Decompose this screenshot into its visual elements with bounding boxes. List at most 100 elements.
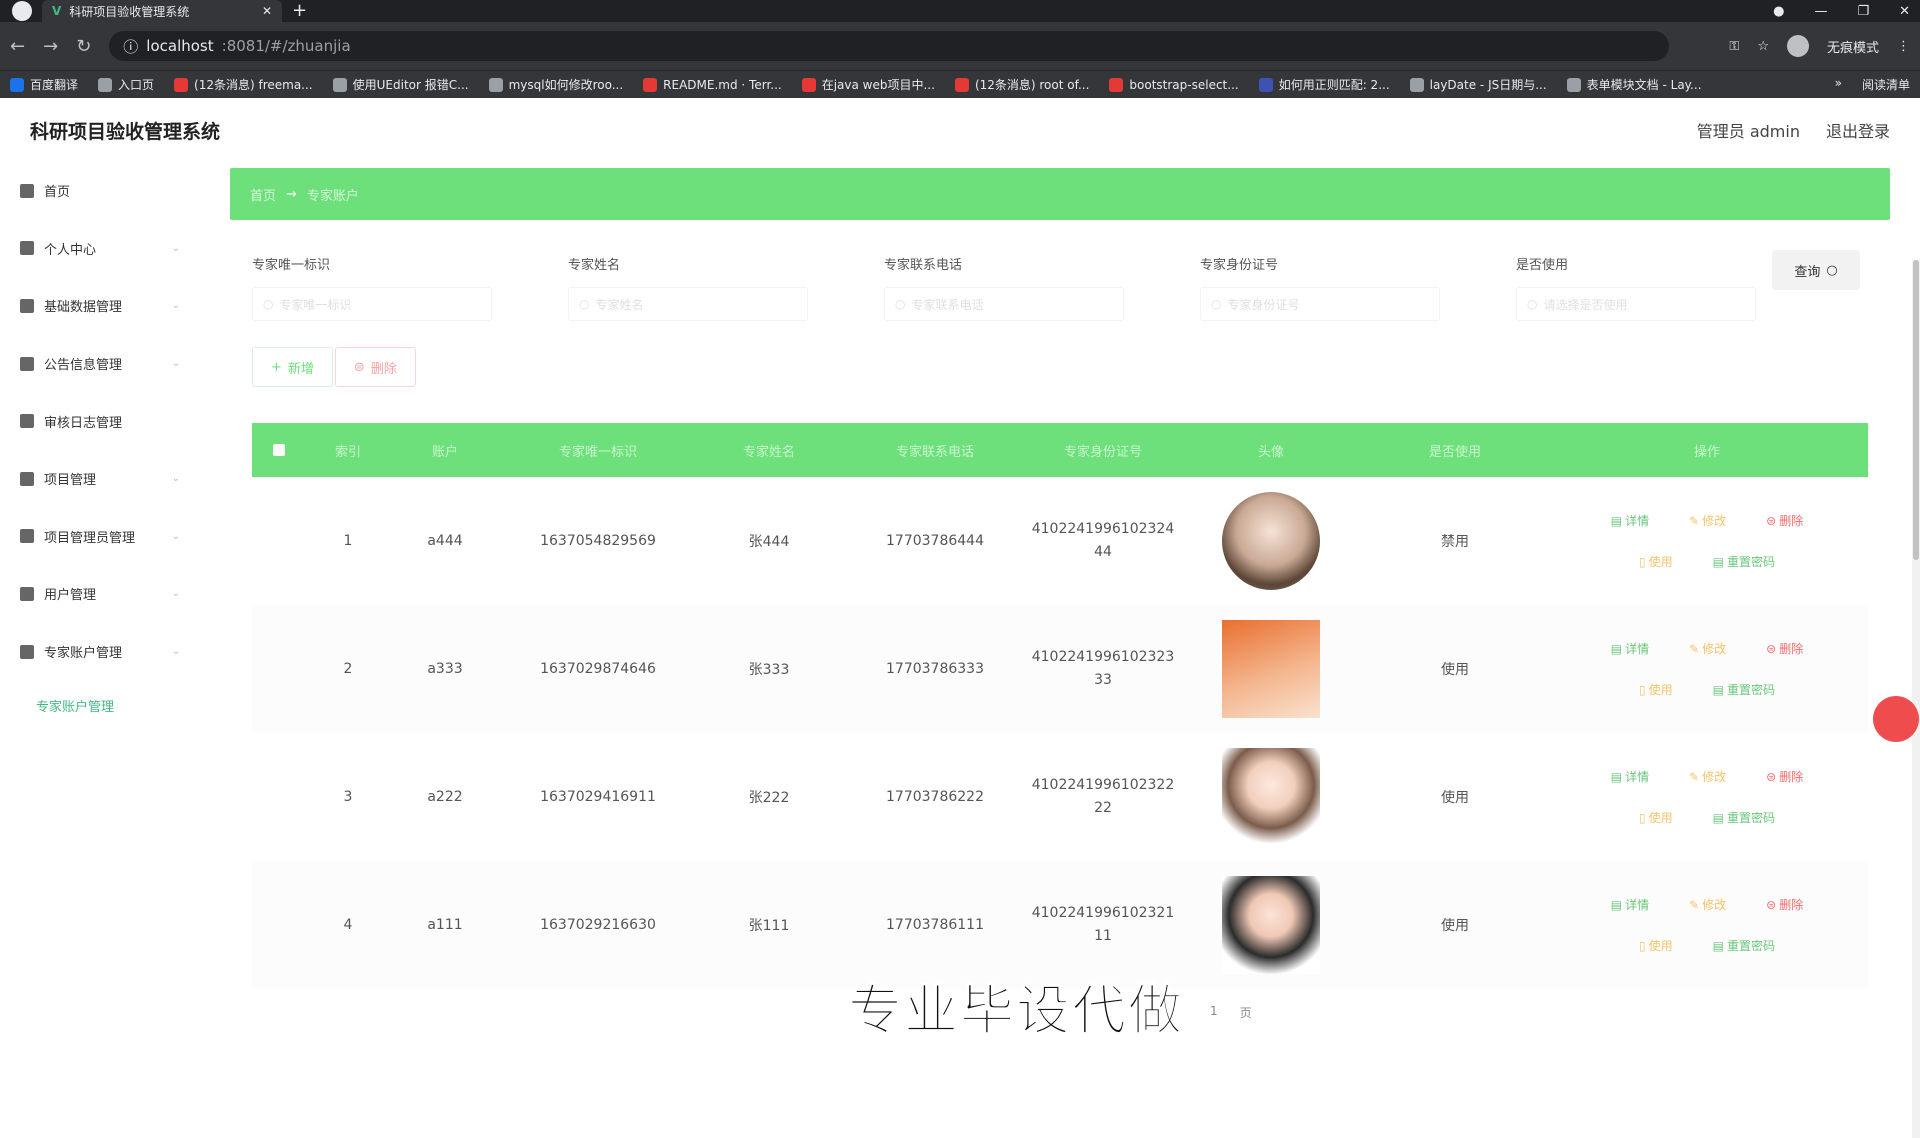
column-header[interactable]: 专家联系电话 [842,441,1028,460]
delete-button[interactable]: ⊜ 删除 [1766,512,1803,529]
download-icon[interactable]: ● [1773,4,1784,19]
column-header[interactable]: 专家身份证号 [1028,441,1178,460]
reading-list[interactable]: 阅读清单 [1862,76,1910,93]
add-button[interactable]: + 新增 [252,347,333,387]
column-header[interactable]: 操作 [1546,441,1868,460]
filter-input[interactable]: ○ 专家唯一标识 [252,287,492,321]
bookmark-item[interactable]: layDate - JS日期与... [1409,76,1547,93]
star-icon[interactable]: ☆ [1757,39,1769,54]
cell-phone: 17703786333 [886,661,984,677]
more-bookmarks-icon[interactable]: » [1835,76,1842,93]
cursor-highlight [1873,696,1919,742]
reset-password-button[interactable]: ▤ 重置密码 [1713,937,1775,954]
filter-input[interactable]: ○ 专家姓名 [568,287,808,321]
bookmark-item[interactable]: (12条消息) freema... [174,76,313,93]
column-header[interactable]: 专家姓名 [696,441,842,460]
window-close-icon[interactable]: ✕ [1899,4,1910,19]
select-all-checkbox[interactable] [273,444,285,456]
cell-avatar [1178,876,1364,974]
bookmark-item[interactable]: 入口页 [98,76,154,93]
logout-link[interactable]: 退出登录 [1826,118,1890,142]
filter-label: 专家身份证号 [1200,258,1279,273]
sidebar-item[interactable]: 用户管理 ⌄ [0,565,220,623]
url-input[interactable]: ⓘ localhost:8081/#/zhuanjia [109,31,1670,61]
search-button[interactable]: 查询 ○ [1772,250,1860,290]
sidebar-item[interactable]: 基础数据管理 ⌄ [0,277,220,335]
detail-button[interactable]: ▤ 详情 [1611,640,1649,657]
minimize-icon[interactable]: — [1814,4,1827,19]
bookmark-item[interactable]: 表单模块文档 - Lay... [1566,76,1702,93]
detail-button[interactable]: ▤ 详情 [1611,768,1649,785]
bookmark-item[interactable]: mysql如何修改roo... [488,76,623,93]
filter-input[interactable]: ○ 请选择是否使用 [1516,287,1756,321]
chevron-down-icon: ⌄ [171,530,180,542]
tab-close-icon[interactable]: ✕ [262,4,272,18]
sidebar-item[interactable]: 项目管理 ⌄ [0,450,220,508]
filter-input[interactable]: ○ 专家联系电话 [884,287,1124,321]
table-row[interactable]: 1 a444 1637054829569 张444 17703786444 4102241… [252,477,1868,605]
bookmark-item[interactable]: 如何用正则匹配: 2... [1258,76,1390,93]
bookmark-item[interactable]: 在java web项目中... [801,76,935,93]
cell-status: 使用 [1441,790,1469,806]
delete-button[interactable]: ⊜ 删除 [1766,896,1803,913]
bookmark-item[interactable]: (12条消息) root of... [954,76,1089,93]
sidebar-item[interactable]: 公告信息管理 ⌄ [0,335,220,393]
delete-button[interactable]: ⊜ 删除 [1766,640,1803,657]
sidebar-item[interactable]: 个人中心 ⌄ [0,220,220,278]
bookmark-label: bootstrap-select... [1129,77,1239,92]
detail-button[interactable]: ▤ 详情 [1611,512,1649,529]
bookmark-item[interactable]: bootstrap-select... [1109,77,1239,92]
tab-title: 科研项目验收管理系统 [69,4,190,19]
sidebar-item[interactable]: 首页 [0,162,220,220]
page-scrollbar[interactable] [1912,260,1920,1138]
table-row[interactable]: 2 a333 1637029874646 张333 17703786333 4102241… [252,605,1868,733]
reset-password-button[interactable]: ▤ 重置密码 [1713,809,1775,826]
pager-page[interactable]: 1 [1210,1004,1218,1021]
toggle-use-button[interactable]: ▯ 使用 [1639,809,1673,826]
browser-menu-icon[interactable] [12,1,32,21]
column-header[interactable]: 是否使用 [1364,441,1546,460]
doc-icon: ▤ [1712,810,1724,825]
new-tab-icon[interactable]: + [292,0,307,22]
filter-input[interactable]: ○ 专家身份证号 [1200,287,1440,321]
table-row[interactable]: 3 a222 1637029416911 张222 17703786222 4102241… [252,733,1868,861]
reset-password-button[interactable]: ▤ 重置密码 [1713,553,1775,570]
toggle-use-button[interactable]: ▯ 使用 [1639,681,1673,698]
mail-icon [20,471,34,486]
reload-icon[interactable]: ↻ [76,36,91,57]
more-icon[interactable]: ⋮ [1897,39,1910,54]
sidebar-item[interactable]: 审核日志管理 [0,392,220,450]
column-header[interactable]: 索引 [306,441,390,460]
column-header[interactable]: 专家唯一标识 [500,441,696,460]
database-icon [20,298,34,313]
batch-delete-button[interactable]: ⊜ 删除 [334,347,416,387]
edit-button[interactable]: ✎ 修改 [1689,896,1726,913]
restore-icon[interactable]: ❐ [1857,4,1869,19]
bookmark-label: 在java web项目中... [821,78,935,92]
breadcrumb-home[interactable]: 首页 [250,185,276,204]
column-header[interactable]: 账户 [390,441,500,460]
key-icon[interactable]: ⚿ [1729,39,1739,54]
sidebar-item[interactable]: 专家账户管理 ⌄ [0,623,220,681]
bookmark-item[interactable]: README.md · Terr... [643,77,782,92]
back-icon[interactable]: ← [10,36,25,57]
sidebar-item[interactable]: 项目管理员管理 ⌄ [0,508,220,566]
scrollbar-thumb[interactable] [1913,260,1919,560]
incognito-avatar-icon[interactable] [1786,35,1809,57]
edit-button[interactable]: ✎ 修改 [1689,768,1726,785]
sidebar-subitem-expert-accounts[interactable]: 专家账户管理 [0,680,220,730]
browser-tab[interactable]: V 科研项目验收管理系统 ✕ [42,0,282,22]
bookmark-item[interactable]: 百度翻译 [10,76,78,93]
forward-icon[interactable]: → [43,36,58,57]
reset-password-button[interactable]: ▤ 重置密码 [1713,681,1775,698]
main-content: 首页 → 专家账户 专家唯一标识 ○ 专家唯一标识 专家姓名 ○ 专家姓名 专家联系电话 ○ 专… [230,168,1890,989]
column-header[interactable]: 头像 [1178,441,1364,460]
bookmark-item[interactable]: 使用UEditor 报错C... [332,76,469,93]
filter-placeholder: 专家身份证号 [1227,297,1300,312]
toggle-use-button[interactable]: ▯ 使用 [1639,937,1673,954]
detail-button[interactable]: ▤ 详情 [1611,896,1649,913]
edit-button[interactable]: ✎ 修改 [1689,512,1726,529]
edit-button[interactable]: ✎ 修改 [1689,640,1726,657]
toggle-use-button[interactable]: ▯ 使用 [1639,553,1673,570]
delete-button[interactable]: ⊜ 删除 [1766,768,1803,785]
